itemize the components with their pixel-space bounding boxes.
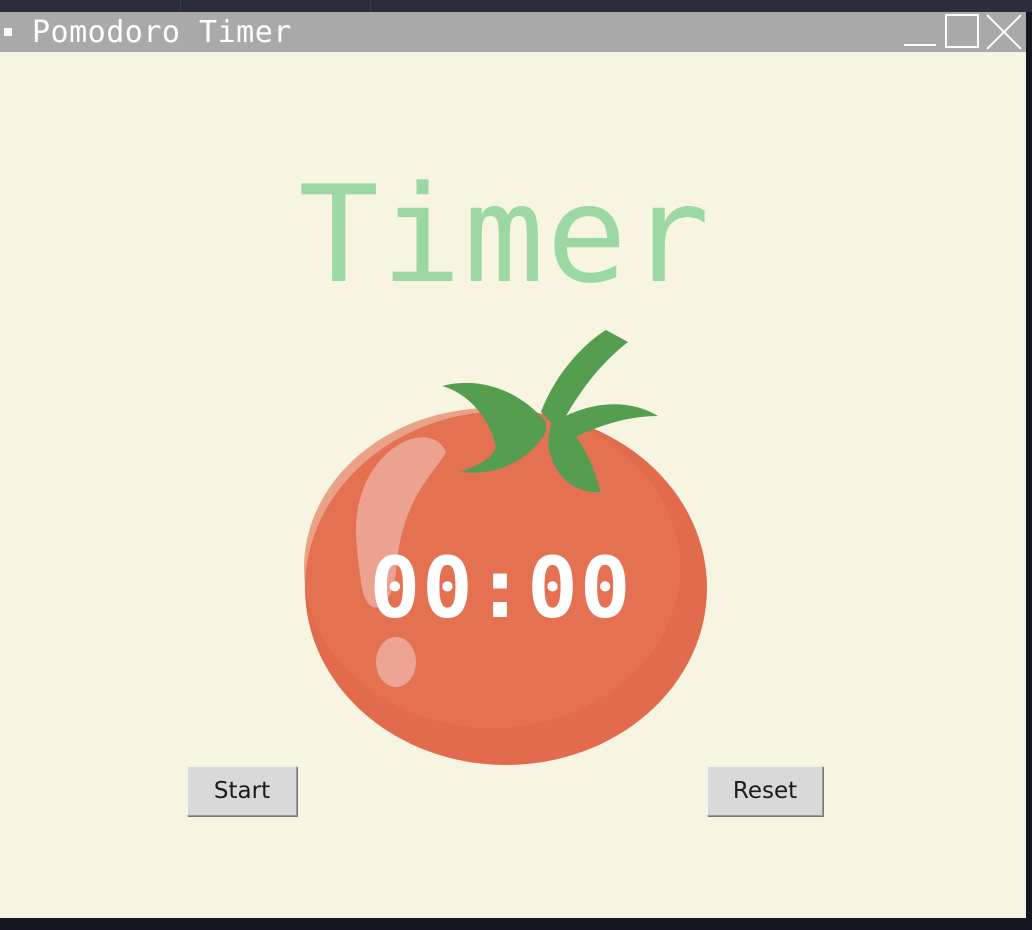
timer-countdown: 00:00: [369, 539, 633, 637]
desktop-top-strip: [0, 0, 1032, 12]
maximize-icon[interactable]: [942, 12, 982, 52]
minimize-icon[interactable]: [902, 12, 938, 52]
desktop-strip-segment: [180, 0, 371, 12]
timer-heading: Timer: [298, 157, 712, 313]
desktop-strip-segment: [0, 0, 181, 12]
window-menu-icon[interactable]: [4, 28, 12, 36]
pomodoro-window: Pomodoro Timer Timer 00:00 Start Reset: [0, 12, 1026, 918]
window-titlebar[interactable]: Pomodoro Timer: [0, 12, 1026, 52]
start-button[interactable]: Start: [187, 766, 297, 816]
reset-button[interactable]: Reset: [707, 766, 823, 816]
window-title: Pomodoro Timer: [32, 15, 292, 50]
close-icon[interactable]: [984, 12, 1024, 52]
